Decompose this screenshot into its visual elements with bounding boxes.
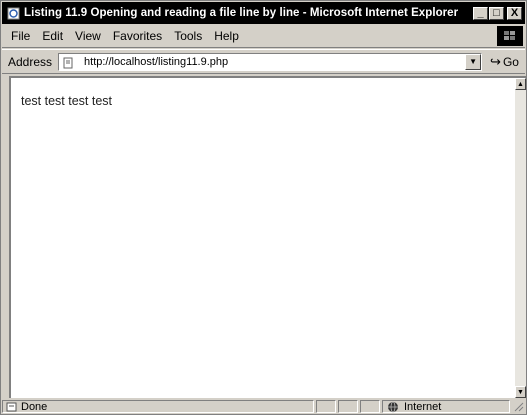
menu-tools[interactable]: Tools xyxy=(168,29,208,43)
menu-favorites[interactable]: Favorites xyxy=(107,29,168,43)
vertical-scrollbar[interactable]: ▲ ▼ xyxy=(515,76,526,398)
status-pane: Done xyxy=(2,400,314,413)
status-pane-empty-2 xyxy=(338,400,358,413)
internet-globe-icon xyxy=(387,401,399,413)
address-input[interactable]: http://localhost/listing11.9.php ▼ xyxy=(58,52,483,71)
menu-view[interactable]: View xyxy=(69,29,107,43)
menu-bar: File Edit View Favorites Tools Help xyxy=(2,25,525,48)
status-pane-empty-3 xyxy=(360,400,380,413)
go-button[interactable]: ↪ Go xyxy=(490,54,519,70)
menu-edit[interactable]: Edit xyxy=(36,29,69,43)
address-dropdown-button[interactable]: ▼ xyxy=(465,53,482,70)
go-arrow-icon: ↪ xyxy=(490,53,501,69)
ie-page-icon xyxy=(6,6,20,20)
status-pane-empty-1 xyxy=(316,400,336,413)
scroll-down-button[interactable]: ▼ xyxy=(515,386,526,398)
status-text: Done xyxy=(21,400,48,413)
zone-text: Internet xyxy=(404,400,442,413)
windows-logo-icon xyxy=(497,26,523,46)
maximize-button[interactable]: □ xyxy=(489,6,504,20)
resize-grip[interactable] xyxy=(512,400,524,413)
minimize-button[interactable]: _ xyxy=(473,6,488,20)
status-bar: Done Internet xyxy=(2,399,525,414)
page-content: test test test test xyxy=(9,76,515,398)
scroll-up-button[interactable]: ▲ xyxy=(515,78,526,90)
title-bar[interactable]: Listing 11.9 Opening and reading a file … xyxy=(2,2,525,24)
window-title: Listing 11.9 Opening and reading a file … xyxy=(24,7,459,19)
address-label: Address xyxy=(8,54,53,69)
done-page-icon xyxy=(6,402,17,412)
menu-help[interactable]: Help xyxy=(208,29,245,43)
browser-window: Listing 11.9 Opening and reading a file … xyxy=(0,0,527,415)
page-icon xyxy=(62,56,74,68)
menu-file[interactable]: File xyxy=(2,29,36,43)
address-url: http://localhost/listing11.9.php xyxy=(84,55,229,68)
window-controls: _ □ X xyxy=(473,6,522,20)
page-text: test test test test xyxy=(21,94,113,108)
go-label: Go xyxy=(502,54,519,69)
address-toolbar: Address http://localhost/listing11.9.php… xyxy=(2,49,525,74)
close-button[interactable]: X xyxy=(507,6,522,20)
zone-pane: Internet xyxy=(382,400,510,413)
